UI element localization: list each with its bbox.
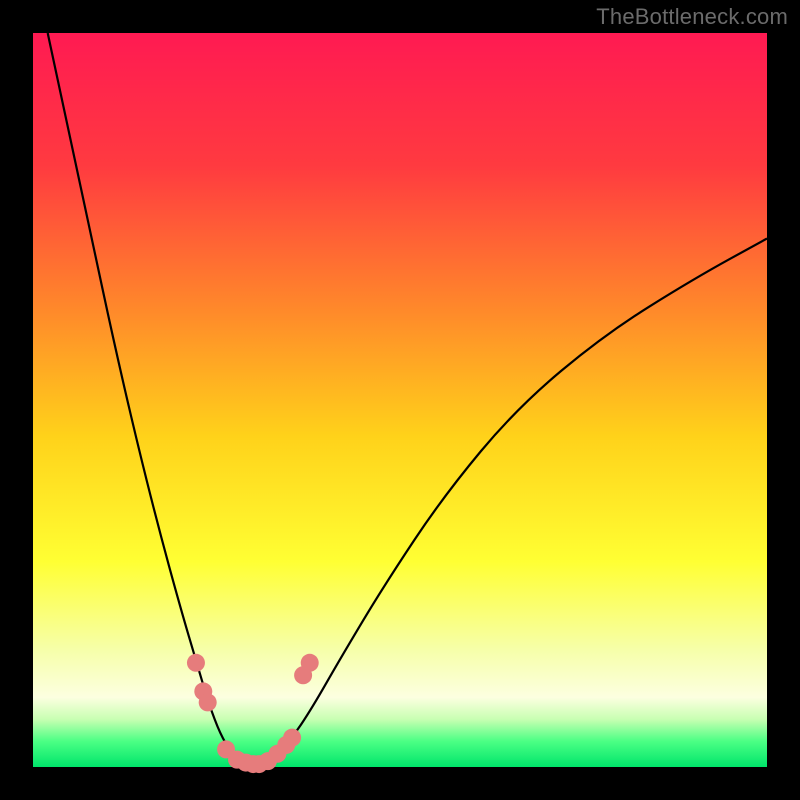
marker-point [199,693,217,711]
marker-point [283,729,301,747]
watermark-text: TheBottleneck.com [596,4,788,30]
bottleneck-chart [0,0,800,800]
marker-point [187,654,205,672]
chart-frame: TheBottleneck.com [0,0,800,800]
marker-point [301,654,319,672]
plot-background [33,33,767,767]
